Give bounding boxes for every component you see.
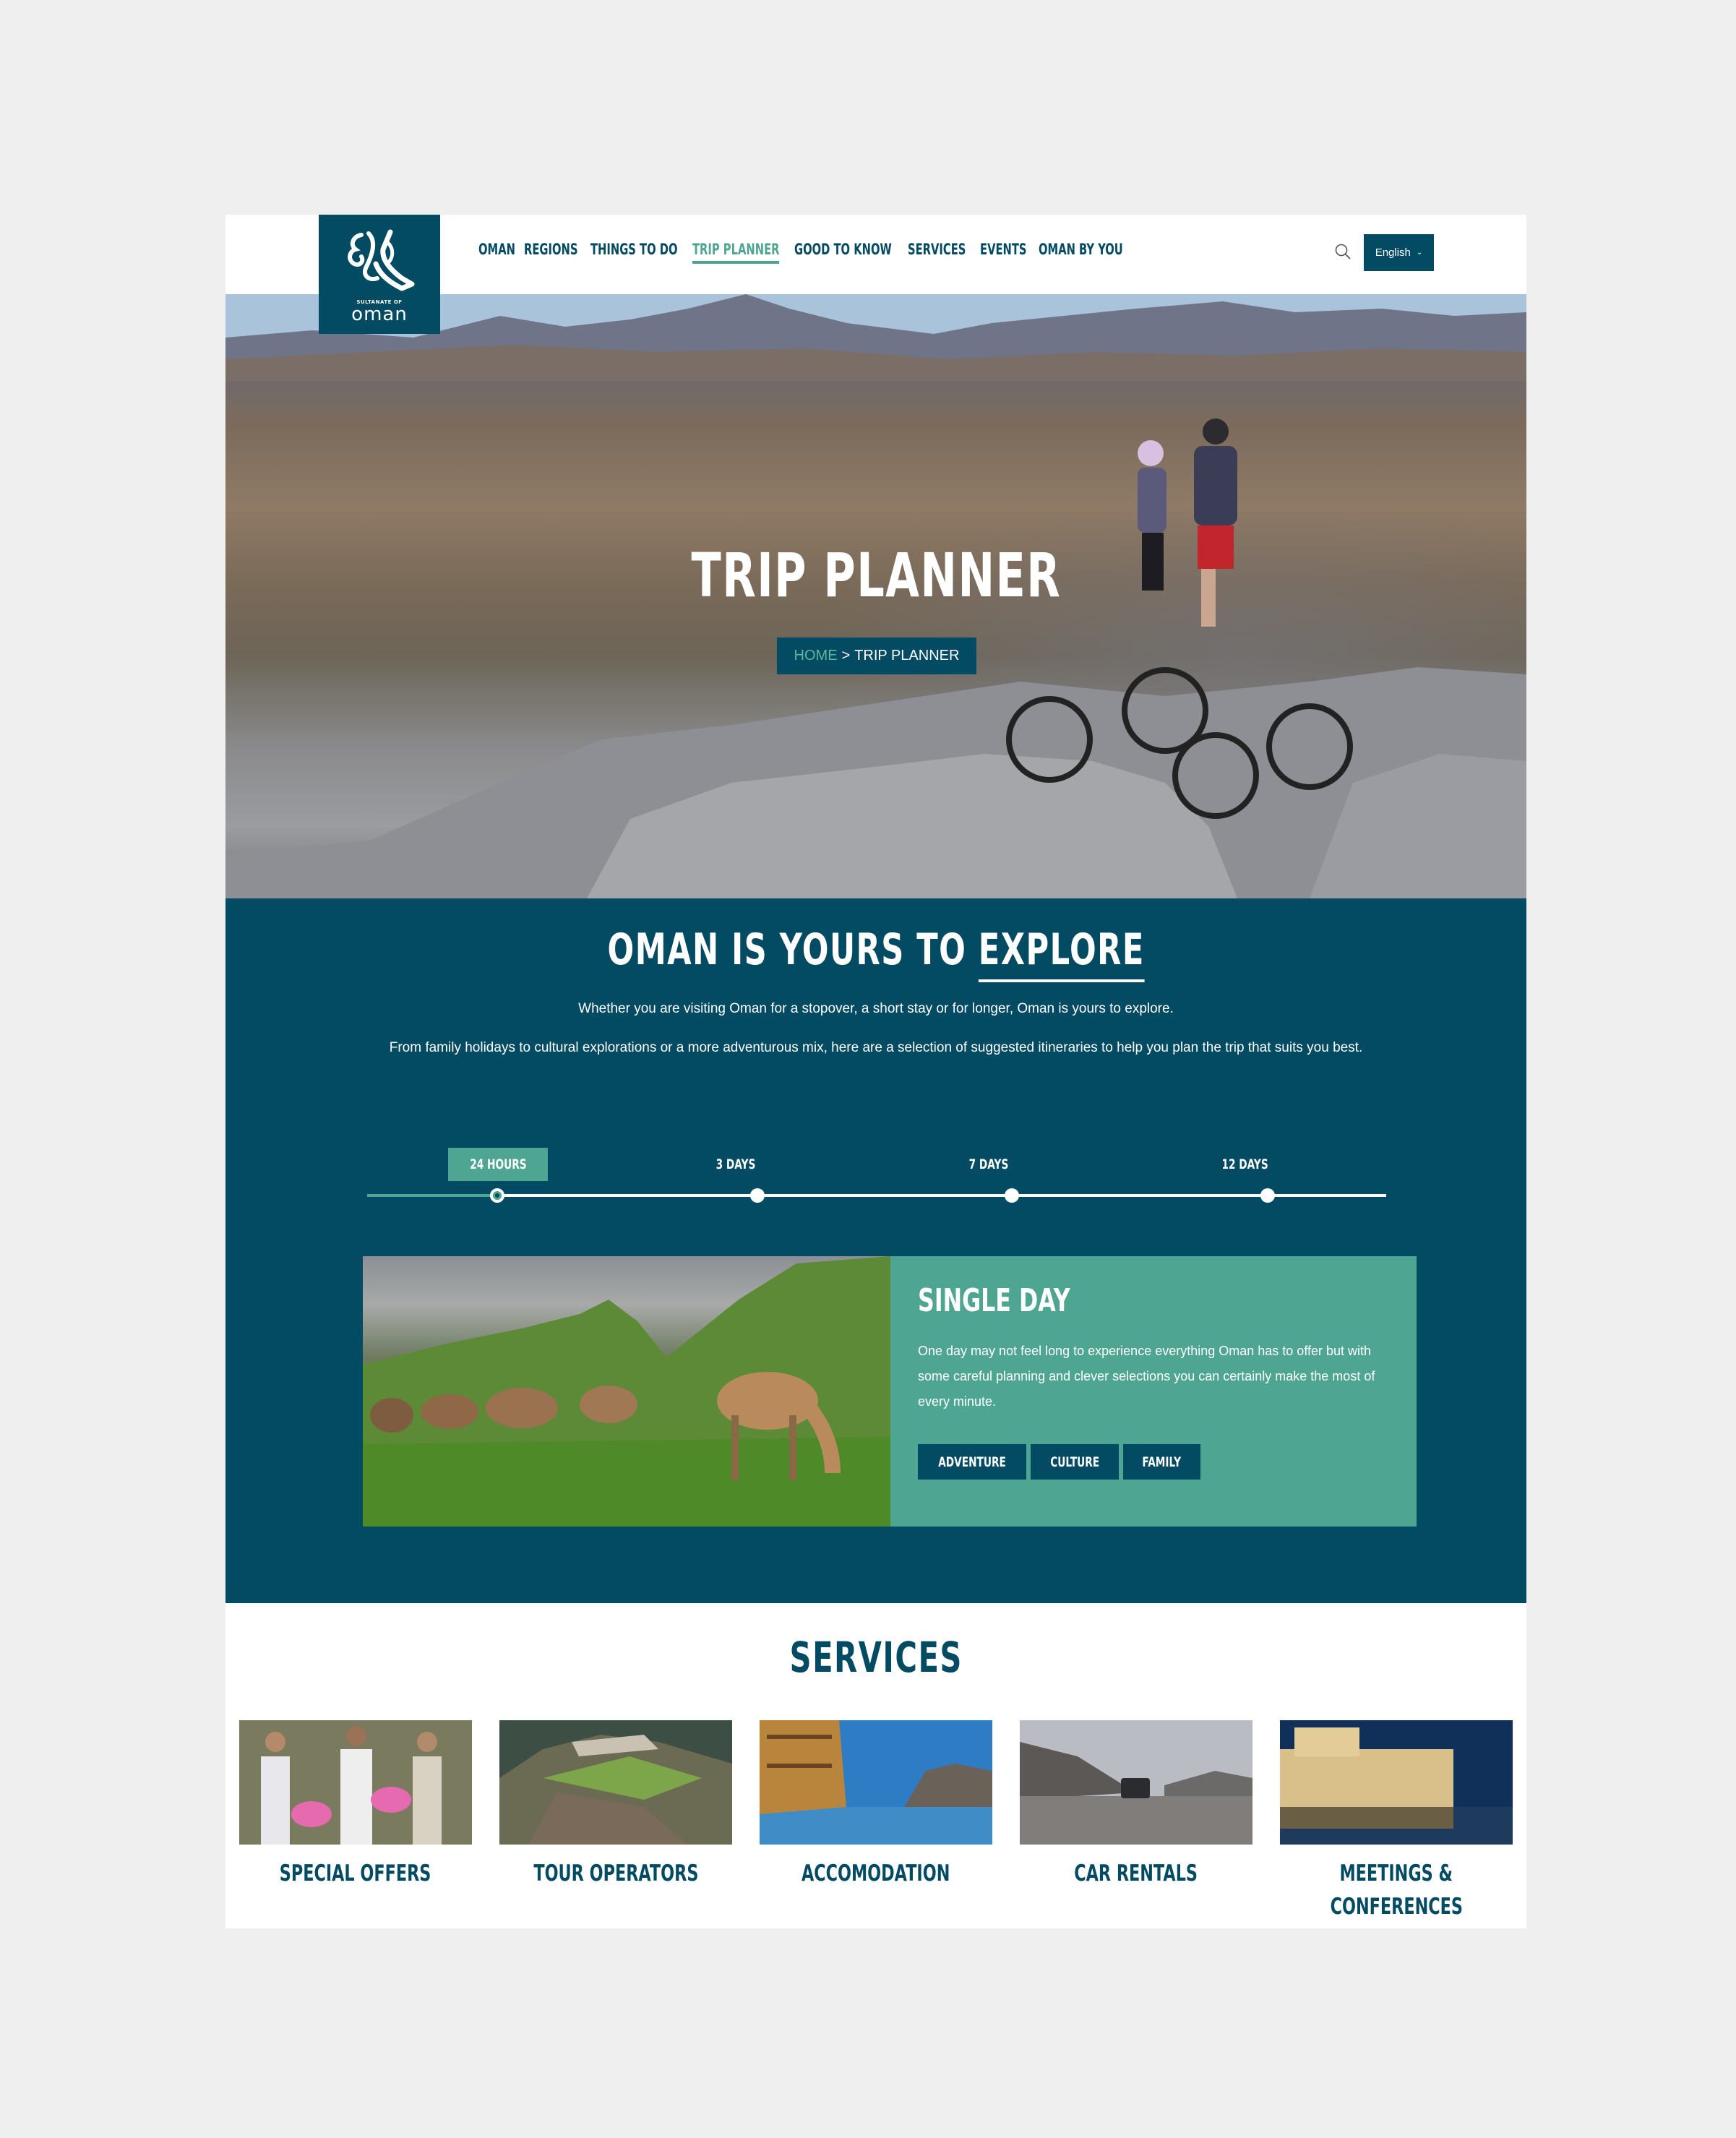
itinerary-card: SINGLE DAY One day may not feel long to …: [363, 1256, 1417, 1527]
timeline-dot-3-days[interactable]: [750, 1188, 765, 1203]
service-tour-operators[interactable]: TOUR OPERATORS: [499, 1720, 732, 1890]
timeline-track: [367, 1194, 1386, 1197]
nav-item-trip-planner[interactable]: TRIP PLANNER: [692, 241, 780, 264]
service-label: ACCOMODATION: [802, 1860, 950, 1886]
nav-item-oman-by-you[interactable]: OMAN BY YOU: [1039, 241, 1123, 264]
itinerary-title: SINGLE DAY: [918, 1282, 1070, 1319]
timeline-progress: [367, 1194, 497, 1197]
duration-timeline: 24 HOURS 3 DAYS 7 DAYS 12 DAYS: [367, 1148, 1386, 1213]
service-car-rentals[interactable]: CAR RENTALS: [1020, 1720, 1252, 1890]
service-label: TOUR OPERATORS: [533, 1860, 699, 1886]
nav-item-regions[interactable]: REGIONS: [524, 241, 577, 264]
breadcrumb-separator: >: [841, 648, 851, 664]
timeline-dot-12-days[interactable]: [1260, 1188, 1275, 1203]
tag-family[interactable]: FAMILY: [1123, 1444, 1200, 1480]
nav-item-services[interactable]: SERVICES: [908, 241, 966, 264]
timeline-tab-12-days[interactable]: 12 DAYS: [1198, 1148, 1292, 1181]
explore-heading: OMAN IS YOURS TO EXPLORE: [225, 924, 1526, 982]
logo-name: oman: [351, 304, 408, 325]
nav-item-things-to-do[interactable]: THINGS TO DO: [590, 241, 678, 264]
itinerary-tags: ADVENTURE CULTURE FAMILY: [918, 1444, 1200, 1480]
tag-culture[interactable]: CULTURE: [1031, 1444, 1119, 1480]
search-icon[interactable]: [1334, 243, 1353, 262]
timeline-tab-7-days[interactable]: 7 DAYS: [945, 1148, 1032, 1181]
language-label: English: [1375, 246, 1411, 259]
tour-operators-image: [499, 1720, 732, 1845]
service-accomodation[interactable]: ACCOMODATION: [760, 1720, 992, 1890]
timeline-dot-24-hours[interactable]: [490, 1188, 504, 1203]
service-label: MEETINGS & CONFERENCES: [1330, 1860, 1463, 1920]
breadcrumb-current: TRIP PLANNER: [854, 648, 960, 664]
explore-heading-highlight: EXPLORE: [978, 924, 1145, 982]
breadcrumb-home-link[interactable]: HOME: [794, 648, 838, 664]
explore-intro-text: Whether you are visiting Oman for a stop…: [578, 1001, 1174, 1016]
itinerary-description: One day may not feel long to experience …: [918, 1344, 1375, 1409]
service-label: SPECIAL OFFERS: [280, 1860, 431, 1886]
hero-banner: TRIP PLANNER HOME > TRIP PLANNER: [225, 294, 1526, 898]
main-nav: OMAN REGIONS THINGS TO DO TRIP PLANNER G…: [478, 241, 1171, 270]
breadcrumb: HOME > TRIP PLANNER: [777, 637, 976, 674]
car-rentals-image: [1020, 1720, 1252, 1845]
services-heading: SERVICES: [789, 1633, 963, 1682]
language-select[interactable]: English ⌄: [1364, 234, 1434, 271]
explore-detail-text: From family holidays to cultural explora…: [389, 1040, 1363, 1055]
hero-rocks-cyclists-image: [225, 667, 1526, 898]
itinerary-details: SINGLE DAY One day may not feel long to …: [890, 1256, 1417, 1527]
camels-image: [363, 1256, 890, 1527]
explore-section: OMAN IS YOURS TO EXPLORE Whether you are…: [225, 898, 1526, 1603]
accomodation-image: [760, 1720, 992, 1845]
site-logo[interactable]: SULTANATE OF oman: [319, 215, 440, 334]
chevron-down-icon: ⌄: [1416, 249, 1423, 257]
nav-item-oman[interactable]: OMAN: [478, 241, 515, 264]
hero-title: TRIP PLANNER: [691, 540, 1061, 611]
explore-heading-prefix: OMAN IS YOURS TO: [607, 924, 967, 975]
meetings-conferences-image: [1280, 1720, 1513, 1845]
service-special-offers[interactable]: SPECIAL OFFERS: [239, 1720, 472, 1890]
tag-adventure[interactable]: ADVENTURE: [918, 1444, 1026, 1480]
special-offers-image: [239, 1720, 472, 1845]
nav-item-good-to-know[interactable]: GOOD TO KNOW: [794, 241, 892, 264]
service-label: CAR RENTALS: [1074, 1860, 1198, 1886]
timeline-tab-24-hours[interactable]: 24 HOURS: [448, 1148, 548, 1181]
timeline-tab-3-days[interactable]: 3 DAYS: [692, 1148, 779, 1181]
oman-logo-emblem-icon: [348, 229, 415, 291]
nav-item-events[interactable]: EVENTS: [980, 241, 1027, 264]
page: OMAN REGIONS THINGS TO DO TRIP PLANNER G…: [225, 215, 1526, 1928]
itinerary-image: [363, 1256, 890, 1527]
timeline-dot-7-days[interactable]: [1005, 1188, 1019, 1203]
service-meetings-conferences[interactable]: MEETINGS & CONFERENCES: [1280, 1720, 1513, 1923]
